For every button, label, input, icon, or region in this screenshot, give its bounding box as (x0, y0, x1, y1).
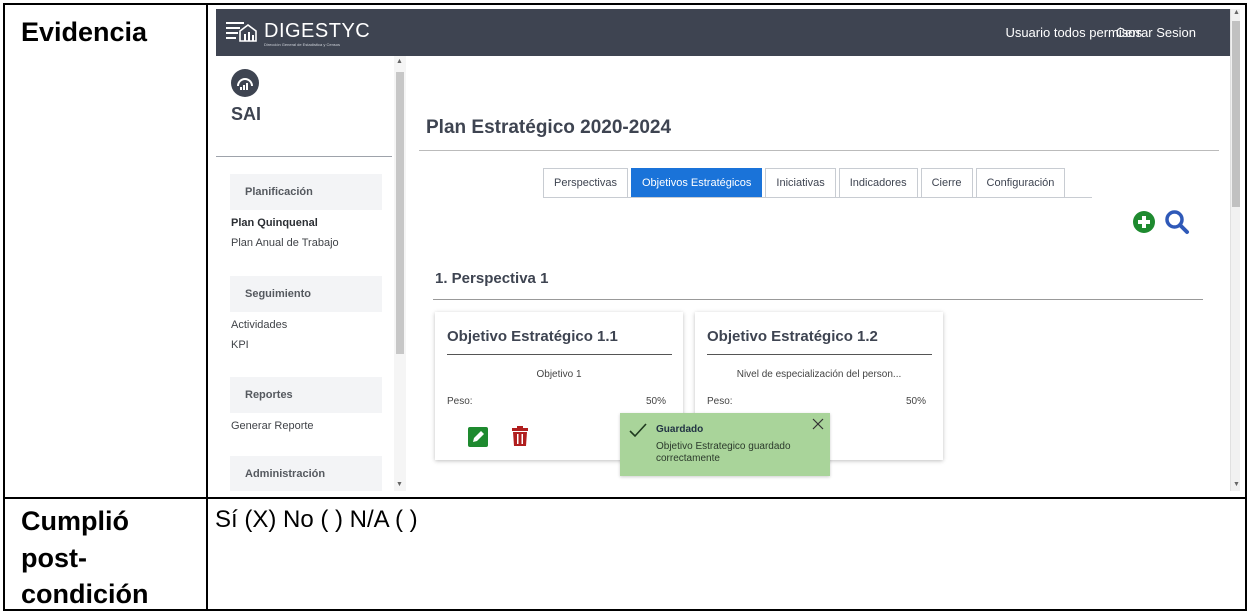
sidebar-section-label: Reportes (245, 389, 293, 401)
sidebar-item-generar-reporte[interactable]: Generar Reporte (231, 420, 314, 432)
close-icon[interactable] (812, 417, 824, 430)
building-icon (226, 19, 260, 43)
sidebar-item-plan-anual[interactable]: Plan Anual de Trabajo (231, 237, 339, 249)
checkmark-icon (628, 421, 648, 441)
page-scrollbar[interactable]: ▲ ▼ (1230, 9, 1240, 491)
postcondition-label-line2: post- (21, 543, 87, 573)
perspective-divider (433, 299, 1203, 300)
table-column-divider (206, 5, 208, 609)
logout-link[interactable]: Cerrar Sesion (1116, 25, 1196, 40)
tab-objetivos-estrategicos[interactable]: Objetivos Estratégicos (630, 168, 763, 198)
objective-weight-value: 50% (645, 396, 666, 407)
postcondition-label-line1: Cumplió (21, 506, 129, 536)
sidebar-section-planificacion: Planificación (230, 174, 382, 210)
objective-card-description: Objetivo 1 (536, 369, 582, 380)
brand-logo[interactable]: DIGESTYC (226, 19, 370, 43)
scroll-down-icon[interactable]: ▼ (396, 481, 403, 488)
objective-card-title: Objetivo Estratégico 1.1 (447, 328, 618, 345)
trash-icon[interactable] (510, 425, 530, 447)
brand-subtitle: Dirección General de Estadística y Censo… (264, 42, 341, 47)
objective-weight-label: Peso: (447, 396, 473, 407)
brand-name: DIGESTYC (264, 19, 371, 42)
tab-perspectivas[interactable]: Perspectivas (543, 168, 628, 198)
objective-weight-label: Peso: (707, 396, 733, 407)
pencil-icon[interactable] (468, 427, 488, 447)
sidebar-section-administracion: Administración (230, 456, 382, 491)
tab-cierre[interactable]: Cierre (920, 168, 973, 198)
sidebar-section-seguimiento: Seguimiento (230, 276, 382, 312)
app-screenshot: DIGESTYC Dirección General de Estadístic… (216, 9, 1240, 491)
tab-indicadores[interactable]: Indicadores (838, 168, 918, 198)
top-navbar: DIGESTYC Dirección General de Estadístic… (216, 9, 1230, 56)
page-title: Plan Estratégico 2020-2024 (426, 117, 672, 138)
postcondition-answer: Sí (X) No ( ) N/A ( ) (215, 506, 418, 533)
evidence-label: Evidencia (21, 17, 148, 47)
sidebar-divider (216, 156, 392, 157)
objective-card-title: Objetivo Estratégico 1.2 (707, 328, 878, 345)
tab-bar: Perspectivas Objetivos Estratégicos Inic… (543, 168, 1068, 198)
perspective-title: 1. Perspectiva 1 (435, 270, 549, 287)
tab-iniciativas[interactable]: Iniciativas (765, 168, 836, 198)
sidebar-scrollbar[interactable]: ▲ ▼ (394, 56, 406, 491)
page-scrollbar-thumb[interactable] (1232, 21, 1240, 207)
add-circle-icon[interactable] (1133, 211, 1155, 233)
dashboard-gauge-icon (231, 69, 259, 97)
app-name: SAI (231, 104, 262, 124)
sidebar-item-actividades[interactable]: Actividades (231, 319, 287, 331)
sidebar-scrollbar-thumb[interactable] (396, 72, 404, 354)
objective-weight-value: 50% (905, 396, 926, 407)
sidebar-section-label: Administración (245, 468, 326, 480)
toast-message: Objetivo Estrategico guardado correctame… (656, 441, 791, 464)
postcondition-label-line3: condición (21, 579, 149, 609)
sidebar-section-reportes: Reportes (230, 377, 382, 413)
table-row-divider (5, 497, 1245, 499)
card-divider (447, 354, 672, 355)
sidebar: SAI Planificación Plan Quinquenal Plan A… (216, 56, 406, 491)
objective-card-description: Nivel de especialización del person... (736, 369, 902, 380)
tab-configuracion[interactable]: Configuración (975, 168, 1066, 198)
sidebar-item-kpi[interactable]: KPI (231, 339, 249, 351)
sidebar-section-label: Seguimiento (245, 288, 312, 300)
scroll-up-icon[interactable]: ▲ (1233, 9, 1240, 16)
card-divider (707, 354, 932, 355)
scroll-down-icon[interactable]: ▼ (1233, 481, 1240, 488)
success-toast: Guardado Objetivo Estrategico guardado c… (620, 413, 830, 476)
toast-title: Guardado (656, 424, 704, 435)
title-divider (419, 150, 1219, 151)
scroll-up-icon[interactable]: ▲ (396, 58, 403, 65)
tabs-underline (543, 197, 1092, 198)
sidebar-item-plan-quinquenal[interactable]: Plan Quinquenal (231, 217, 318, 229)
sidebar-section-label: Planificación (245, 186, 313, 198)
search-icon[interactable] (1164, 209, 1190, 235)
